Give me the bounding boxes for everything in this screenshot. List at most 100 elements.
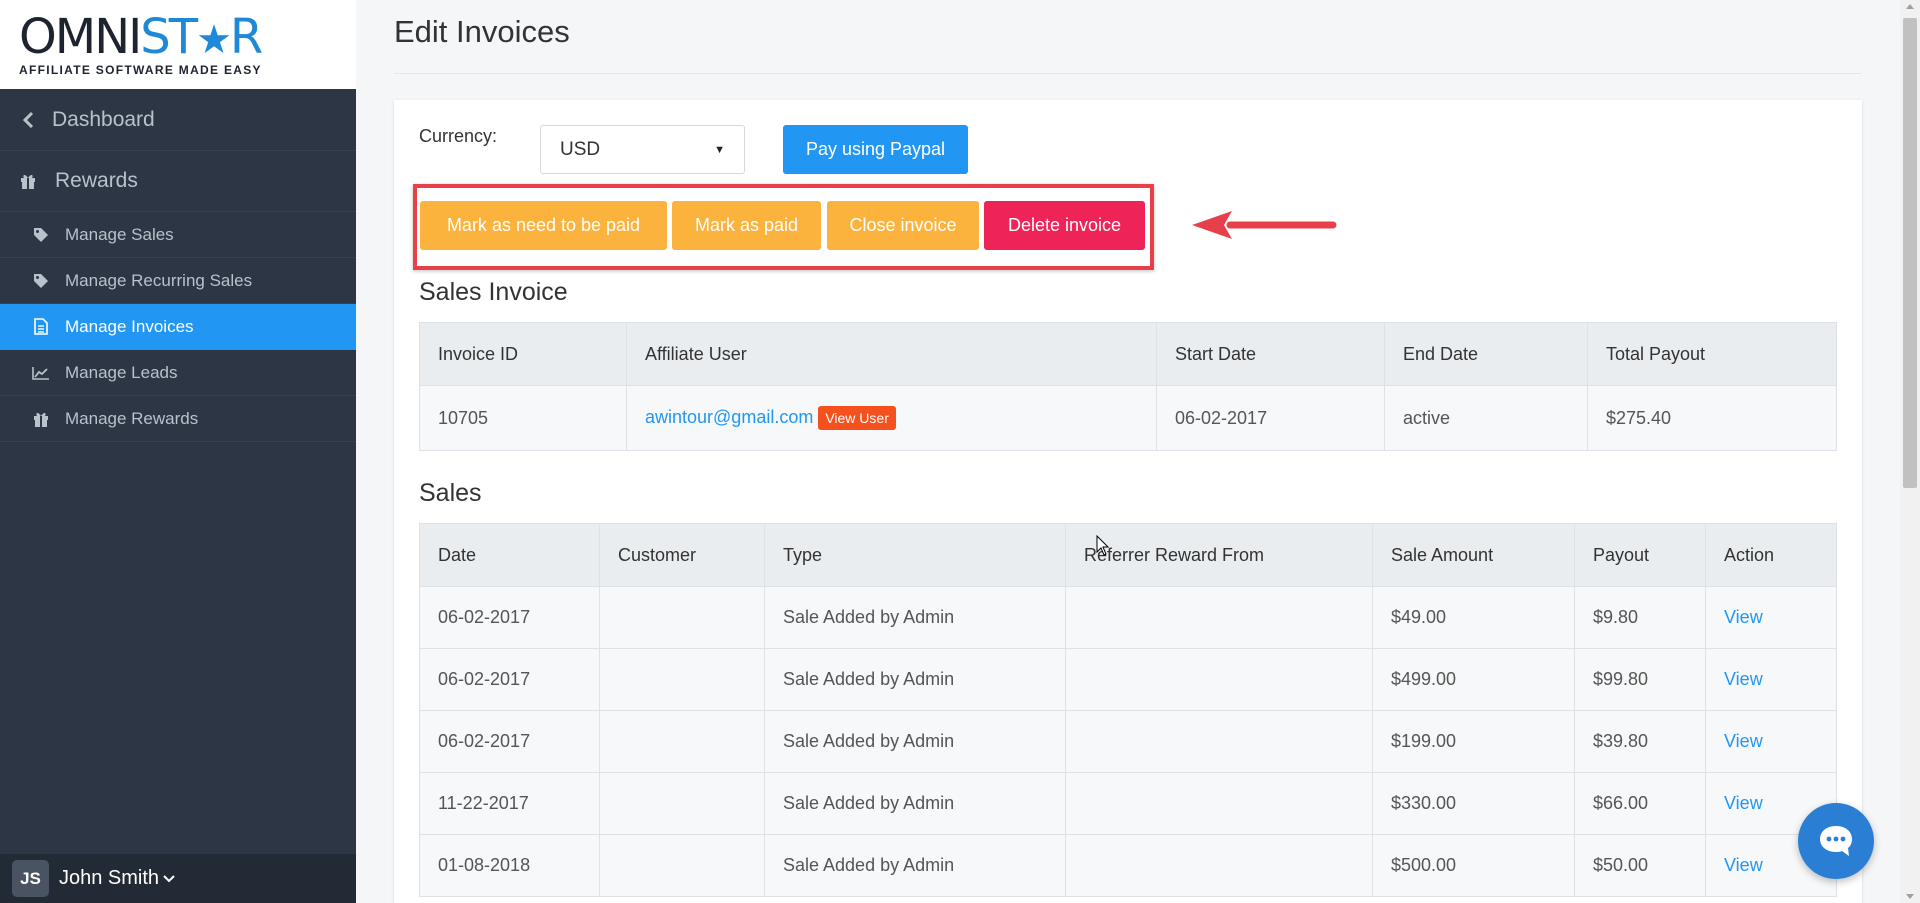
view-sale-link[interactable]: View	[1724, 607, 1763, 627]
sale-type: Sale Added by Admin	[764, 648, 1066, 711]
affiliate-email-link[interactable]: awintour@gmail.com	[645, 407, 813, 427]
mark-need-to-be-paid-button[interactable]: Mark as need to be paid	[420, 201, 667, 250]
sidebar-item-manage-invoices[interactable]: Manage Invoices	[0, 304, 356, 350]
sale-payout: $9.80	[1574, 586, 1706, 649]
sidebar-item-manage-leads[interactable]: Manage Leads	[0, 350, 356, 396]
star-icon: ★	[196, 17, 232, 63]
close-invoice-button[interactable]: Close invoice	[827, 201, 979, 250]
end-date: active	[1384, 385, 1588, 451]
table-row: 11-22-2017 Sale Added by Admin $330.00 $…	[419, 772, 1837, 835]
sale-amount: $499.00	[1372, 648, 1575, 711]
sidebar-item-label: Manage Invoices	[65, 316, 194, 336]
sale-date: 01-08-2018	[419, 834, 600, 897]
sales-heading: Sales	[419, 479, 482, 507]
column-header: Action	[1705, 523, 1837, 587]
sale-amount: $199.00	[1372, 710, 1575, 773]
column-header: Sale Amount	[1372, 523, 1575, 587]
table-header-row: Invoice ID Affiliate User Start Date End…	[419, 322, 1837, 386]
currency-select[interactable]: USD ▼	[540, 125, 745, 174]
caret-down-icon: ▼	[714, 143, 725, 156]
currency-selected-value: USD	[560, 138, 601, 160]
start-date: 06-02-2017	[1156, 385, 1385, 451]
column-header: End Date	[1384, 322, 1588, 386]
scroll-up-arrow-icon[interactable]	[1906, 4, 1914, 9]
sale-date: 06-02-2017	[419, 586, 600, 649]
sale-date: 06-02-2017	[419, 710, 600, 773]
column-header: Payout	[1574, 523, 1706, 587]
sale-referrer	[1065, 648, 1373, 711]
mark-as-paid-button[interactable]: Mark as paid	[672, 201, 821, 250]
sidebar-item-label: Manage Leads	[65, 362, 178, 382]
sale-customer	[599, 710, 765, 773]
view-sale-link[interactable]: View	[1724, 855, 1763, 875]
tag-icon	[32, 273, 50, 289]
user-menu[interactable]: JS John Smith	[0, 854, 356, 903]
scrollbar-thumb[interactable]	[1903, 18, 1917, 488]
column-header: Start Date	[1156, 322, 1385, 386]
sale-customer	[599, 648, 765, 711]
view-sale-link[interactable]: View	[1724, 669, 1763, 689]
sale-type: Sale Added by Admin	[764, 834, 1066, 897]
sidebar-item-label: Dashboard	[52, 107, 155, 131]
column-header: Invoice ID	[419, 322, 627, 386]
action-cell: View	[1705, 586, 1837, 649]
avatar: JS	[12, 860, 49, 897]
sidebar-item-rewards[interactable]: Rewards	[0, 151, 356, 212]
sale-payout: $39.80	[1574, 710, 1706, 773]
sales-invoice-heading: Sales Invoice	[419, 278, 568, 306]
delete-invoice-button[interactable]: Delete invoice	[984, 201, 1145, 250]
column-header: Date	[419, 523, 600, 587]
sidebar-item-label: Manage Recurring Sales	[65, 270, 253, 290]
chat-bubble-icon	[1820, 826, 1852, 856]
view-sale-link[interactable]: View	[1724, 731, 1763, 751]
column-header: Referrer Reward From	[1065, 523, 1373, 587]
gift-icon	[20, 173, 36, 189]
logo-wordmark: OMNIST★R	[19, 9, 263, 65]
mouse-cursor-icon	[1096, 535, 1110, 556]
sidebar-item-manage-recurring-sales[interactable]: Manage Recurring Sales	[0, 258, 356, 304]
file-icon	[32, 318, 50, 335]
sidebar-item-dashboard[interactable]: Dashboard	[0, 89, 356, 151]
table-row: 10705 awintour@gmail.com View User 06-02-…	[419, 385, 1837, 451]
sidebar-item-manage-rewards[interactable]: Manage Rewards	[0, 396, 356, 442]
affiliate-user-cell: awintour@gmail.com View User	[626, 385, 1157, 451]
sidebar-item-label: Manage Rewards	[65, 408, 199, 428]
sidebar-item-manage-sales[interactable]: Manage Sales	[0, 212, 356, 258]
sale-date: 06-02-2017	[419, 648, 600, 711]
sales-table: Date Customer Type Referrer Reward From …	[419, 523, 1837, 897]
invoice-id: 10705	[419, 385, 627, 451]
sale-referrer	[1065, 586, 1373, 649]
gift-icon	[32, 411, 50, 427]
sale-customer	[599, 772, 765, 835]
chevron-left-icon	[20, 111, 36, 129]
sale-type: Sale Added by Admin	[764, 586, 1066, 649]
sidebar: OMNIST★R AFFILIATE SOFTWARE MADE EASY Da…	[0, 0, 356, 903]
scroll-down-arrow-icon[interactable]	[1906, 894, 1914, 899]
total-payout: $275.40	[1587, 385, 1837, 451]
sidebar-item-label: Manage Sales	[65, 224, 174, 244]
sale-customer	[599, 586, 765, 649]
logo[interactable]: OMNIST★R AFFILIATE SOFTWARE MADE EASY	[0, 0, 356, 89]
sale-amount: $330.00	[1372, 772, 1575, 835]
currency-label: Currency:	[419, 126, 498, 146]
chat-button[interactable]	[1798, 803, 1874, 879]
vertical-scrollbar[interactable]	[1900, 0, 1920, 903]
sale-type: Sale Added by Admin	[764, 772, 1066, 835]
invoice-table: Invoice ID Affiliate User Start Date End…	[419, 322, 1837, 451]
view-sale-link[interactable]: View	[1724, 793, 1763, 813]
sale-customer	[599, 834, 765, 897]
action-cell: View	[1705, 710, 1837, 773]
table-row: 06-02-2017 Sale Added by Admin $199.00 $…	[419, 710, 1837, 773]
logo-tagline: AFFILIATE SOFTWARE MADE EASY	[19, 63, 262, 77]
sale-referrer	[1065, 710, 1373, 773]
sale-amount: $500.00	[1372, 834, 1575, 897]
view-user-button[interactable]: View User	[818, 406, 896, 430]
column-header: Affiliate User	[626, 322, 1157, 386]
sale-referrer	[1065, 772, 1373, 835]
column-header: Customer	[599, 523, 765, 587]
sale-referrer	[1065, 834, 1373, 897]
sale-payout: $99.80	[1574, 648, 1706, 711]
pay-using-paypal-button[interactable]: Pay using Paypal	[783, 125, 968, 174]
chart-line-icon	[32, 366, 50, 380]
column-header: Total Payout	[1587, 322, 1837, 386]
